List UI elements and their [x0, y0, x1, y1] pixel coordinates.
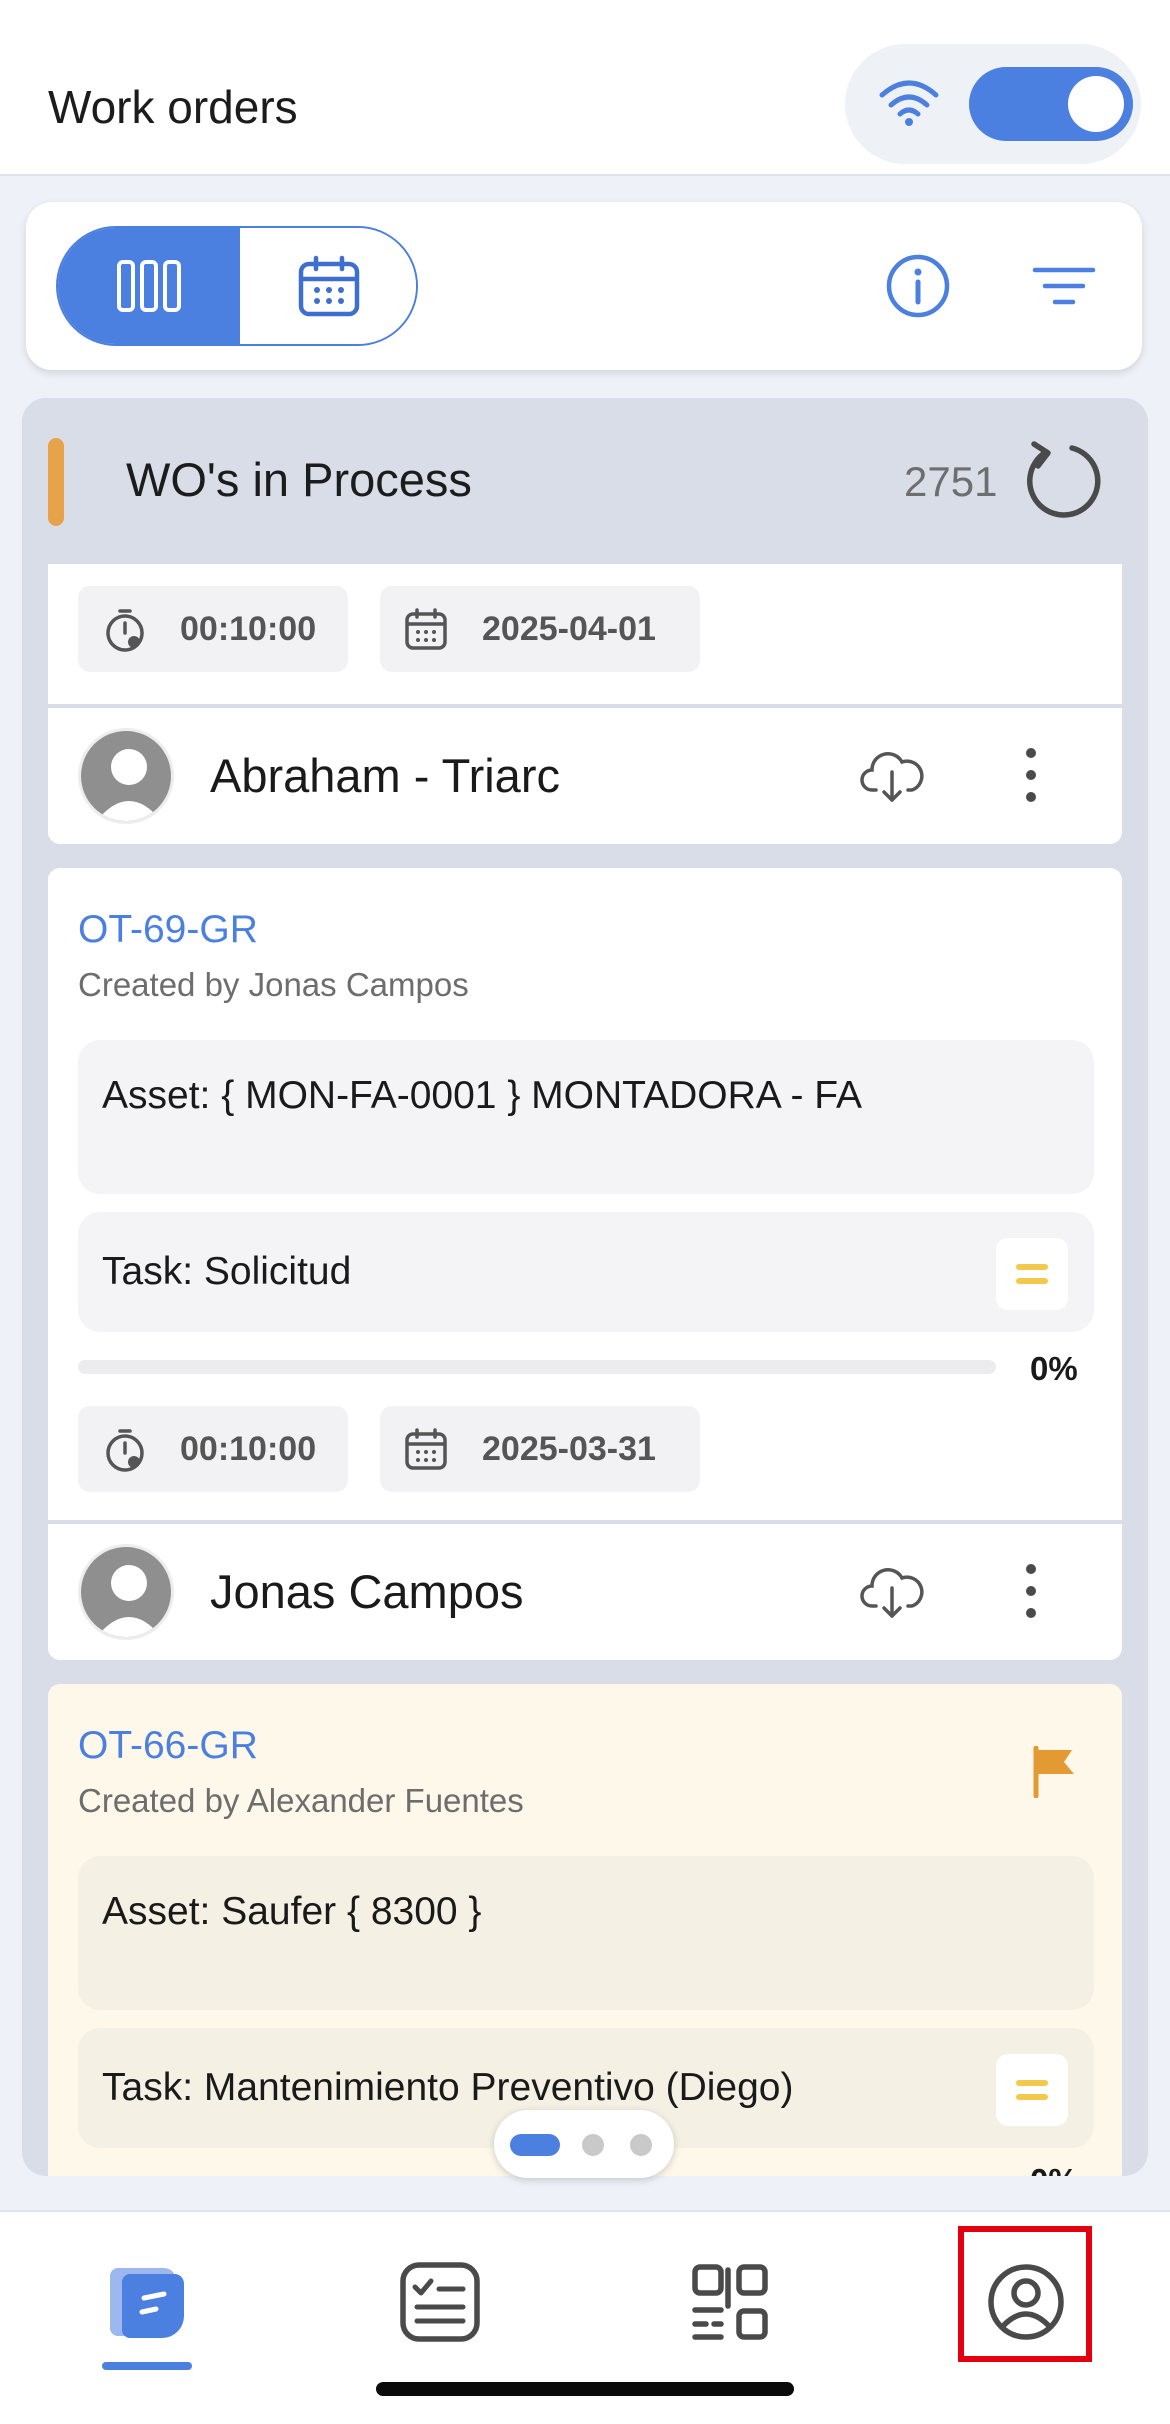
timer-icon [106, 1429, 144, 1472]
calendar-icon [405, 608, 447, 650]
assignee-name: Abraham - Triarc [210, 749, 560, 802]
date-value: 2025-03-31 [482, 1430, 656, 1468]
work-order-code[interactable]: OT-69-GR [78, 908, 258, 952]
task-text: Task: Mantenimiento Preventivo (Diego) [102, 2066, 794, 2109]
app-header: Work orders [0, 0, 1170, 176]
more-options-icon[interactable] [1024, 748, 1038, 804]
nav-qr-scanner[interactable] [670, 2242, 790, 2362]
user-avatar-icon [81, 1547, 171, 1637]
cloud-download-icon[interactable] [860, 1562, 924, 1620]
progress-percent: 0% [1030, 2162, 1078, 2176]
page-indicator [494, 2110, 674, 2178]
kanban-view-button[interactable] [58, 228, 240, 344]
view-switcher [56, 226, 418, 346]
view-toolbar [26, 202, 1142, 370]
checklist-icon [400, 2262, 480, 2342]
work-order-card[interactable]: OT-69-GR Created by Jonas Campos Asset: … [48, 868, 1122, 1520]
created-by: Created by Alexander Fuentes [78, 1782, 524, 1819]
page-dot[interactable] [630, 2134, 652, 2156]
toggle-knob [1068, 76, 1124, 132]
cloud-download-icon[interactable] [860, 746, 924, 804]
connectivity-pill [845, 44, 1141, 164]
date-value: 2025-04-01 [482, 610, 656, 648]
columns-icon [117, 260, 181, 312]
priority-badge [996, 2054, 1068, 2126]
assignee-row[interactable]: Jonas Campos [48, 1520, 1122, 1660]
more-options-icon[interactable] [1024, 1564, 1038, 1620]
asset-box: Asset: { MON-FA-0001 } MONTADORA - FA [78, 1040, 1094, 1194]
qr-code-icon [692, 2264, 768, 2340]
profile-highlight-box [958, 2226, 1092, 2362]
date-chip: 2025-04-01 [380, 586, 700, 672]
task-text: Task: Solicitud [102, 1250, 352, 1293]
page-dot-active[interactable] [510, 2134, 560, 2156]
duration-chip: 00:10:00 [78, 586, 348, 672]
avatar [78, 728, 174, 824]
asset-text: Asset: Saufer { 8300 } [102, 1890, 482, 1933]
duration-value: 00:10:00 [180, 1430, 317, 1468]
kanban-column: WO's in Process 2751 00:10:00 2025-04-01… [22, 398, 1148, 2176]
timer-icon [106, 609, 144, 652]
duration-value: 00:10:00 [180, 610, 317, 648]
work-order-card[interactable]: 00:10:00 2025-04-01 [48, 564, 1122, 704]
avatar [78, 1544, 174, 1640]
task-box: Task: Solicitud [78, 1212, 1094, 1332]
nav-checklists[interactable] [380, 2242, 500, 2362]
priority-badge [996, 1238, 1068, 1310]
progress-percent: 0% [1030, 1350, 1078, 1387]
calendar-icon [405, 1428, 447, 1470]
assignee-name: Jonas Campos [210, 1565, 524, 1618]
date-chip: 2025-03-31 [380, 1406, 700, 1492]
calendar-view-button[interactable] [240, 228, 416, 344]
user-avatar-icon [81, 731, 171, 821]
nav-work-orders[interactable] [86, 2242, 206, 2362]
duration-chip: 00:10:00 [78, 1406, 348, 1492]
column-body: 00:10:00 2025-04-01 Abraham - Triarc OT-… [48, 564, 1122, 2176]
asset-box: Asset: Saufer { 8300 } [78, 1856, 1094, 2010]
calendar-icon [298, 255, 360, 317]
column-status-indicator [48, 438, 64, 526]
column-title: WO's in Process [126, 453, 472, 506]
work-orders-icon [110, 2268, 185, 2338]
info-icon[interactable] [884, 252, 952, 320]
flag-icon [1033, 1746, 1074, 1798]
wifi-icon [879, 80, 939, 126]
work-order-code[interactable]: OT-66-GR [78, 1724, 258, 1768]
online-toggle[interactable] [969, 67, 1133, 141]
refresh-icon[interactable] [1016, 436, 1106, 526]
assignee-row[interactable]: Abraham - Triarc [48, 704, 1122, 844]
created-by: Created by Jonas Campos [78, 966, 469, 1003]
asset-text: Asset: { MON-FA-0001 } MONTADORA - FA [102, 1074, 862, 1117]
work-order-card[interactable]: OT-66-GR Created by Alexander Fuentes As… [48, 1684, 1122, 2176]
column-header: WO's in Process 2751 [22, 398, 1148, 564]
progress-bar [78, 1360, 996, 1374]
active-nav-indicator [102, 2362, 192, 2370]
filter-icon[interactable] [1030, 252, 1098, 320]
column-count: 2751 [904, 458, 998, 505]
page-title: Work orders [48, 81, 298, 133]
home-indicator [376, 2382, 794, 2396]
page-dot[interactable] [582, 2134, 604, 2156]
